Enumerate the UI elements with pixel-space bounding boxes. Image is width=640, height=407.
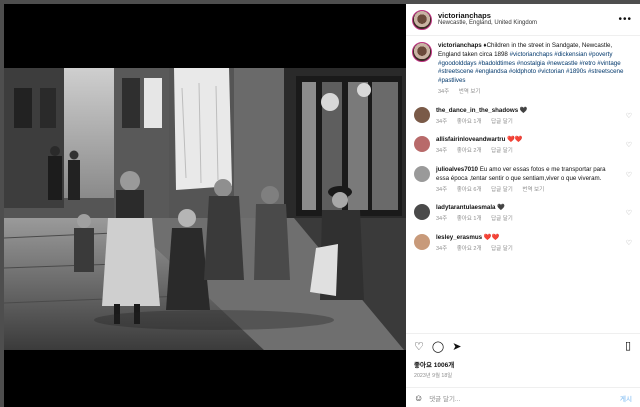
share-plane-icon[interactable]: ➤	[452, 340, 461, 353]
caption-time: 34주	[438, 88, 450, 95]
comment-likes[interactable]: 좋아요 1개	[457, 216, 482, 222]
comment-username[interactable]: ladytarantulaesmala	[436, 204, 496, 211]
comment-translate-link[interactable]: 번역 보기	[522, 187, 544, 193]
reply-link[interactable]: 답글 달기	[491, 148, 513, 154]
post-caption: victorianchaps ♦Children in the street i…	[412, 42, 634, 97]
comment-username[interactable]: julioalves7010	[436, 166, 478, 173]
comment-item: the_dance_in_the_shadows 🖤 34주 좋아요 1개 답글…	[412, 106, 634, 127]
comment-likes[interactable]: 좋아요 2개	[457, 246, 482, 252]
commenter-avatar[interactable]	[414, 204, 430, 221]
comment-like-heart-icon[interactable]: ♡	[626, 141, 632, 149]
comment-likes[interactable]: 좋아요 2개	[457, 148, 482, 154]
comment-text: ❤️❤️	[507, 136, 523, 144]
comment-item: lesley_erasmus ❤️❤️ 34주 좋아요 2개 답글 달기 ♡	[412, 233, 634, 254]
post-side-panel: victorianchaps Newcastle, England, Unite…	[406, 4, 640, 407]
post-actions: ♡ ◯ ➤ ▯ 좋아요 1006개 2023년 9월 18일	[406, 333, 640, 387]
like-heart-icon[interactable]: ♡	[414, 340, 424, 353]
comment-item: ladytarantulaesmala 🖤 34주 좋아요 1개 답글 달기 ♡	[412, 204, 634, 224]
caption-avatar[interactable]	[412, 42, 432, 62]
reply-link[interactable]: 답글 달기	[491, 187, 513, 193]
more-options-icon[interactable]: •••	[618, 14, 632, 25]
comment-like-heart-icon[interactable]: ♡	[626, 239, 632, 247]
comment-text: ❤️❤️	[483, 233, 500, 241]
caption-username[interactable]: victorianchaps	[438, 42, 482, 49]
post-date: 2023년 9월 18일	[414, 373, 453, 379]
comment-likes[interactable]: 좋아요 1개	[457, 119, 482, 125]
post-modal: victorianchaps Newcastle, England, Unite…	[4, 4, 640, 407]
author-avatar[interactable]	[412, 9, 432, 30]
comment-text: 🖤	[519, 106, 528, 114]
post-header: victorianchaps Newcastle, England, Unite…	[406, 4, 640, 36]
like-count[interactable]: 좋아요 1006개	[414, 359, 632, 369]
comment-bubble-icon[interactable]: ◯	[432, 340, 444, 353]
reply-link[interactable]: 답글 달기	[491, 119, 513, 125]
post-comment-button[interactable]: 게시	[620, 393, 632, 403]
comment-like-heart-icon[interactable]: ♡	[626, 209, 632, 217]
comment-time: 34주	[436, 245, 448, 252]
comment-like-heart-icon[interactable]: ♡	[626, 112, 632, 120]
comment-time: 34주	[436, 216, 448, 223]
comment-likes[interactable]: 좋아요 6개	[457, 187, 482, 193]
comment-item: julioalves7010 Eu amo ver essas fotos e …	[412, 165, 634, 194]
post-photo[interactable]	[4, 68, 406, 350]
add-comment-input[interactable]: 댓글 달기...	[429, 393, 460, 403]
bookmark-icon[interactable]: ▯	[625, 339, 631, 352]
commenter-avatar[interactable]	[414, 233, 430, 250]
emoji-icon[interactable]: ☺	[414, 393, 423, 403]
comment-time: 34주	[436, 186, 448, 193]
comment-time: 34주	[436, 148, 448, 155]
comment-time: 34주	[436, 118, 448, 125]
commenter-avatar[interactable]	[414, 136, 430, 153]
comment-username[interactable]: lesley_erasmus	[436, 234, 482, 241]
post-location[interactable]: Newcastle, England, United Kingdom	[438, 20, 537, 27]
comment-username[interactable]: the_dance_in_the_shadows	[436, 107, 518, 114]
commenter-avatar[interactable]	[414, 165, 430, 182]
comment-item: allisfairinloveandwartru ❤️❤️ 34주 좋아요 2개…	[412, 136, 634, 156]
comments-list[interactable]: victorianchaps ♦Children in the street i…	[406, 36, 640, 333]
comment-username[interactable]: allisfairinloveandwartru	[436, 136, 505, 143]
comment-like-heart-icon[interactable]: ♡	[626, 171, 632, 179]
commenter-avatar[interactable]	[414, 106, 430, 123]
reply-link[interactable]: 답글 달기	[491, 216, 513, 222]
comment-text: 🖤	[497, 204, 505, 212]
author-username[interactable]: victorianchaps	[438, 11, 537, 21]
reply-link[interactable]: 답글 달기	[491, 246, 513, 252]
post-media	[4, 4, 406, 407]
caption-translate-link[interactable]: 번역 보기	[459, 89, 481, 95]
add-comment-bar: ☺ 댓글 달기... 게시	[406, 387, 640, 407]
